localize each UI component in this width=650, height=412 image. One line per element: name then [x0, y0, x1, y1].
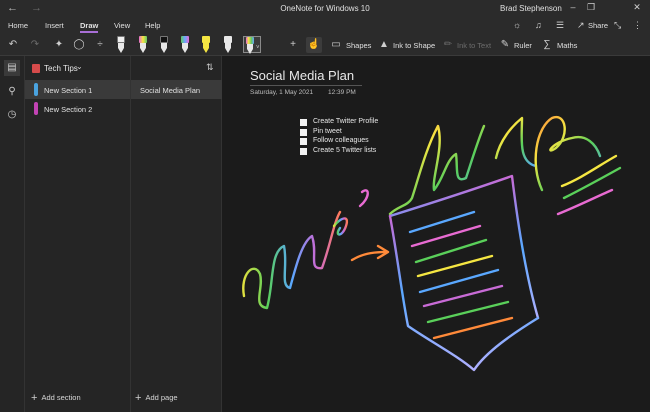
search-icon[interactable]: ⚲: [4, 84, 20, 100]
pen-cap-icon: [181, 36, 189, 43]
close-icon[interactable]: ✕: [630, 2, 644, 13]
insert-space-icon[interactable]: ÷: [92, 37, 108, 53]
undo-icon[interactable]: ↶: [5, 37, 21, 53]
plus-icon: +: [135, 392, 142, 404]
highlighter-yellow[interactable]: [200, 36, 212, 53]
ink-to-shape-button[interactable]: Ink to Shape: [393, 41, 435, 50]
shapes-button[interactable]: Shapes: [346, 41, 371, 50]
redo-icon[interactable]: ↷: [27, 37, 43, 53]
pen-cap-icon: [117, 36, 125, 43]
add-page-label: Add page: [145, 393, 178, 402]
ink-to-shape-icon[interactable]: ▲: [376, 37, 392, 53]
section-color-tab: [34, 102, 38, 115]
lightbulb-icon[interactable]: ☼: [513, 20, 521, 30]
user-name[interactable]: Brad Stephenson: [500, 4, 562, 13]
pen-rainbow-1[interactable]: [137, 36, 149, 53]
pen-cap-icon: [224, 36, 232, 43]
eraser-icon[interactable]: ◯: [71, 37, 87, 53]
pen-rainbow-selected[interactable]: ˅: [243, 36, 261, 54]
note-canvas[interactable]: Social Media Plan Saturday, 1 May 2021 1…: [222, 56, 650, 412]
title-bar: ← → OneNote for Windows 10 Brad Stephens…: [0, 0, 650, 18]
fullscreen-icon[interactable]: ⤡: [614, 20, 621, 31]
notifications-bell-icon[interactable]: ♫: [535, 20, 542, 30]
chevron-down-icon[interactable]: ⌄: [76, 62, 83, 71]
recent-notes-icon[interactable]: ◷: [4, 107, 20, 123]
pen-cap-icon: [139, 36, 147, 43]
maths-button[interactable]: Maths: [557, 41, 577, 50]
share-icon[interactable]: ↗: [577, 20, 585, 31]
pen-white-glitter[interactable]: [115, 36, 127, 53]
ruler-icon[interactable]: ✎: [497, 37, 513, 53]
add-page-button[interactable]: + Add page: [135, 392, 178, 404]
section-color-tab: [34, 83, 38, 96]
notebook-name: Tech Tips: [44, 64, 78, 73]
notebook-switcher[interactable]: Tech Tips ⌄: [25, 56, 130, 80]
section-item[interactable]: New Section 2: [25, 99, 130, 118]
add-section-button[interactable]: + Add section: [31, 392, 81, 404]
sections-pane: Tech Tips ⌄ New Section 1 New Section 2 …: [25, 56, 130, 412]
ink-strokes: [242, 115, 622, 372]
page-label: Social Media Plan: [140, 86, 201, 95]
ink-to-text-icon: ✏: [443, 39, 453, 50]
chevron-down-icon[interactable]: ˅: [256, 45, 260, 51]
pen-cap-icon: [160, 36, 168, 43]
tab-view[interactable]: View: [114, 21, 130, 30]
lasso-select-icon[interactable]: ✦: [51, 37, 67, 53]
section-label: New Section 1: [44, 86, 93, 95]
share-button[interactable]: Share: [588, 21, 608, 30]
add-section-label: Add section: [41, 393, 81, 402]
sync-icon[interactable]: ☰: [556, 20, 564, 31]
restore-icon[interactable]: ❐: [584, 2, 598, 13]
pen-black[interactable]: [158, 36, 170, 53]
draw-toolbar: ↶ ↷ ✦ ◯ ÷ ˅ + ☝ ▭ Shapes ▲ Ink to Shape …: [0, 34, 650, 56]
page-item[interactable]: Social Media Plan: [131, 80, 223, 99]
pen-cap-icon: [202, 36, 210, 43]
minimize-icon[interactable]: –: [566, 2, 580, 12]
add-pen-icon[interactable]: +: [285, 37, 301, 53]
more-options-icon[interactable]: ⋮: [633, 20, 642, 31]
ruler-button[interactable]: Ruler: [514, 41, 532, 50]
section-label: New Section 2: [44, 105, 93, 114]
shapes-icon[interactable]: ▭: [328, 37, 344, 53]
handwritten-ink-drawing[interactable]: [222, 56, 650, 412]
section-item[interactable]: New Section 1: [25, 80, 130, 99]
tab-help[interactable]: Help: [145, 21, 160, 30]
pen-rainbow-2[interactable]: [179, 36, 191, 53]
touch-draw-icon[interactable]: ☝: [306, 37, 322, 53]
navigation-rail: ▤ ⚲ ◷: [0, 56, 25, 412]
highlighter-white[interactable]: [222, 36, 234, 53]
tab-draw[interactable]: Draw: [80, 21, 99, 33]
pen-cap-icon: [246, 37, 254, 44]
maths-icon[interactable]: ∑: [539, 37, 555, 53]
tab-home[interactable]: Home: [8, 21, 28, 30]
notebook-icon: [32, 64, 40, 73]
ribbon-tabs: Home Insert Draw View Help ☼ ♫ ☰ ↗ Share…: [0, 18, 650, 34]
pages-pane: ⇅ Social Media Plan + Add page: [130, 56, 223, 412]
sort-icon[interactable]: ⇅: [206, 62, 214, 73]
notebooks-icon[interactable]: ▤: [4, 60, 20, 76]
tab-insert[interactable]: Insert: [45, 21, 64, 30]
plus-icon: +: [31, 392, 38, 404]
ink-to-text-button: Ink to Text: [457, 41, 492, 50]
